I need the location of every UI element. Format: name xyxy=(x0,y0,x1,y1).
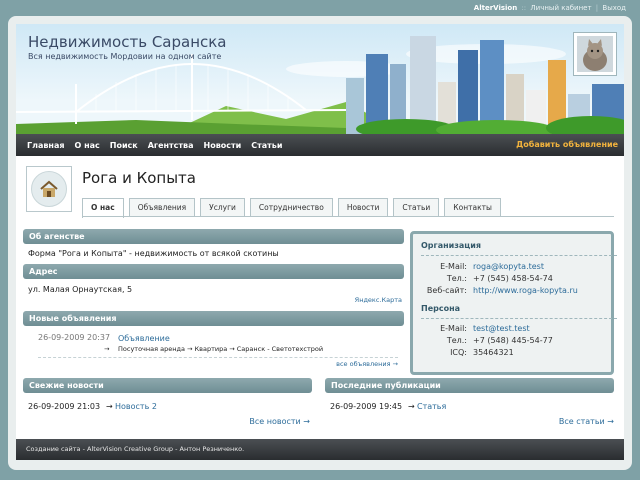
cat-photo-icon xyxy=(577,36,613,72)
nav-item-about[interactable]: О нас xyxy=(74,141,99,150)
nav-item-search[interactable]: Поиск xyxy=(110,141,138,150)
all-listings-link[interactable]: все объявления → xyxy=(336,360,398,368)
cabinet-link[interactable]: Личный кабинет xyxy=(530,4,591,12)
separator: | xyxy=(595,4,599,12)
user-avatar[interactable] xyxy=(573,32,617,76)
org-phone-label: Тел.: xyxy=(446,274,467,283)
tab-cooperation[interactable]: Сотрудничество xyxy=(249,198,333,217)
site-title[interactable]: Недвижимость Саранска xyxy=(28,33,227,51)
tab-about[interactable]: О нас xyxy=(82,198,124,218)
person-header: Персона xyxy=(421,304,461,313)
all-articles-link[interactable]: Все статьи → xyxy=(559,417,614,426)
listings-header: Новые объявления xyxy=(23,311,404,326)
publication-title-link[interactable]: Статья xyxy=(417,402,446,411)
about-header: Об агенстве xyxy=(23,229,404,244)
person-email-label: E-Mail: xyxy=(440,324,467,333)
org-email-link[interactable]: roga@kopyta.test xyxy=(473,262,544,271)
main-nav: Главная О нас Поиск Агентства Новости Ст… xyxy=(16,134,624,156)
nav-item-home[interactable]: Главная xyxy=(27,141,64,150)
listing-path-arrow: → xyxy=(104,345,110,353)
top-user-bar: AlterVision :: Личный кабинет | Выход xyxy=(0,0,640,16)
listing-title-link[interactable]: Объявление xyxy=(118,334,170,343)
agency-tabs: О нас Объявления Услуги Сотрудничество Н… xyxy=(82,198,506,218)
org-phone: +7 (545) 458-54-74 xyxy=(473,274,553,283)
person-phone: +7 (548) 445-54-77 xyxy=(473,336,553,345)
logout-link[interactable]: Выход xyxy=(602,4,626,12)
site-footer: Создание сайта - AlterVision Creative Gr… xyxy=(16,439,624,460)
news-header: Свежие новости xyxy=(23,378,312,393)
tab-services[interactable]: Услуги xyxy=(200,198,245,217)
listing-divider xyxy=(38,357,398,358)
person-phone-label: Тел.: xyxy=(446,336,467,345)
tab-listings[interactable]: Объявления xyxy=(128,198,196,217)
tab-articles[interactable]: Статьи xyxy=(393,198,440,217)
news-title-link[interactable]: Новость 2 xyxy=(115,402,157,411)
organization-header: Организация xyxy=(421,241,481,250)
about-text: Форма "Рога и Копыта" - недвижимость от … xyxy=(28,249,279,258)
agency-logo xyxy=(26,166,72,212)
separator: :: xyxy=(521,4,527,12)
listing-path: Посуточная аренда → Квартира → Саранск -… xyxy=(118,345,324,353)
listing-date: 26-09-2009 20:37 xyxy=(38,333,111,342)
house-icon xyxy=(40,180,58,197)
nav-item-articles[interactable]: Статьи xyxy=(251,141,282,150)
tabs-divider xyxy=(82,216,614,217)
nav-item-news[interactable]: Новости xyxy=(204,141,242,150)
person-icq-label: ICQ: xyxy=(450,348,467,357)
publications-header: Последние публикации xyxy=(325,378,614,393)
news-arrow: → xyxy=(106,402,113,411)
page: Недвижимость Саранска Вся недвижимость М… xyxy=(16,24,624,460)
address-text: ул. Малая Орнаутская, 5 xyxy=(28,285,133,294)
add-listing-link[interactable]: Добавить объявление xyxy=(516,140,618,149)
all-news-link[interactable]: Все новости → xyxy=(249,417,310,426)
org-email-label: E-Mail: xyxy=(440,262,467,271)
panel-divider xyxy=(421,255,617,256)
publication-arrow: → xyxy=(408,402,415,411)
org-site-label: Веб-сайт: xyxy=(426,286,467,295)
site-header: Недвижимость Саранска Вся недвижимость М… xyxy=(16,24,624,134)
publication-date: 26-09-2009 19:45 xyxy=(330,402,403,411)
panel-divider xyxy=(421,318,617,319)
nav-item-agencies[interactable]: Агентства xyxy=(148,141,194,150)
org-site-link[interactable]: http://www.roga-kopyta.ru xyxy=(473,286,578,295)
brand-link[interactable]: AlterVision xyxy=(474,4,517,12)
contact-panel: Организация E-Mail: roga@kopyta.test Тел… xyxy=(410,231,617,375)
address-header: Адрес xyxy=(23,264,404,279)
site-subtitle: Вся недвижимость Мордовии на одном сайте xyxy=(28,52,222,61)
agency-name: Рога и Копыта xyxy=(82,169,196,187)
person-email-link[interactable]: test@test.test xyxy=(473,324,530,333)
person-icq: 35464321 xyxy=(473,348,514,357)
map-link[interactable]: Яндекс.Карта xyxy=(355,296,402,304)
tab-news[interactable]: Новости xyxy=(337,198,389,217)
news-date: 26-09-2009 21:03 xyxy=(28,402,101,411)
tab-contacts[interactable]: Контакты xyxy=(444,198,501,217)
